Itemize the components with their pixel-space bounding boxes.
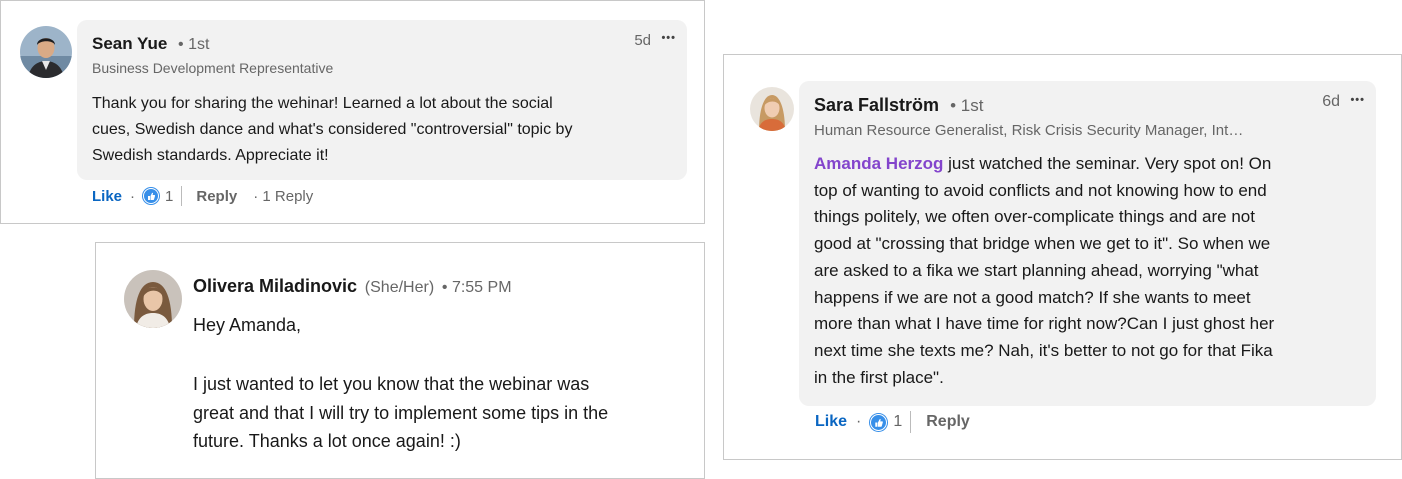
mention-link[interactable]: Amanda Herzog [814, 154, 943, 173]
divider [910, 411, 912, 433]
comment-text-line: Thank you for sharing the wehinar! Learn… [92, 95, 553, 112]
comment-text: Amanda Herzog just watched the seminar. … [814, 151, 1274, 391]
connection-degree: • 1st [178, 36, 210, 53]
comment-card-sara: Sara Fallström • 1st Human Resource Gene… [723, 54, 1402, 460]
like-button[interactable]: Like [92, 188, 122, 205]
reply-button[interactable]: Reply [196, 188, 237, 205]
comment-text-line: cues, Swedish dance and what's considere… [92, 121, 573, 138]
replies-count-link[interactable]: · 1 Reply [253, 188, 313, 205]
comment-text-line: things politely, we often over-complicat… [814, 207, 1255, 227]
avatar[interactable] [20, 26, 72, 78]
comment-text-line: happens if we are not a good match? If s… [814, 287, 1251, 307]
comment-text: Thank you for sharing the wehinar! Learn… [92, 91, 572, 169]
avatar[interactable] [750, 87, 794, 131]
more-options-icon[interactable]: ••• [1350, 94, 1365, 106]
comment-time: 5d [634, 32, 651, 49]
author-headline: Business Development Representative [92, 60, 334, 76]
avatar[interactable] [124, 270, 182, 328]
message-greeting: Hey Amanda, [193, 315, 302, 335]
comment-actions: Like · 1 Reply [815, 411, 970, 433]
message-body: I just wanted to let you know that the w… [193, 370, 608, 456]
comment-bubble: Sean Yue • 1st Business Development Repr… [77, 20, 687, 180]
message-line: future. Thanks a lot once again! :) [193, 431, 461, 451]
comment-text-line: good at "crossing that bridge when we ge… [814, 234, 1271, 254]
reaction-count[interactable]: 1 [165, 188, 173, 205]
comment-time: 6d [1322, 93, 1340, 110]
author-headline: Human Resource Generalist, Risk Crisis S… [814, 122, 1244, 139]
pronouns: (She/Her) [364, 279, 435, 296]
reaction-count[interactable]: 1 [893, 413, 902, 431]
comment-text-line: just watched the seminar. Very spot on! … [943, 154, 1272, 173]
comment-text-line: next time she texts me? Nah, it's better… [814, 340, 1273, 360]
comment-text-line: top of wanting to avoid conflicts and no… [814, 180, 1267, 200]
comment-actions: Like · 1 Reply · 1 Reply [92, 186, 313, 206]
message-line: I just wanted to let you know that the w… [193, 374, 590, 394]
message-time: • 7:55 PM [441, 279, 512, 296]
separator-dot: · [856, 413, 862, 430]
like-button[interactable]: Like [815, 413, 847, 431]
message-line: great and that I will try to implement s… [193, 402, 609, 423]
more-options-icon[interactable]: ••• [661, 32, 676, 44]
author-name[interactable]: Sara Fallström [814, 95, 939, 115]
author-name[interactable]: Sean Yue [92, 34, 167, 53]
comment-bubble: Sara Fallström • 1st Human Resource Gene… [799, 81, 1376, 406]
separator-dot: · [130, 187, 136, 205]
like-reaction-icon[interactable] [870, 413, 888, 431]
comment-text-line: Swedish standards. Appreciate it! [92, 147, 329, 164]
comment-text-line: more than what I have time for right now… [814, 314, 1275, 334]
connection-degree: • 1st [950, 96, 984, 115]
comment-card-sean: Sean Yue • 1st Business Development Repr… [0, 0, 705, 224]
message-card-olivera: Olivera Miladinovic (She/Her) • 7:55 PM … [95, 242, 705, 479]
divider [181, 186, 183, 206]
reply-button[interactable]: Reply [926, 413, 970, 431]
like-reaction-icon[interactable] [143, 188, 160, 204]
author-name[interactable]: Olivera Miladinovic [193, 276, 357, 296]
comment-text-line: are asked to a fika we start planning ah… [814, 260, 1259, 280]
comment-text-line: in the first place". [814, 367, 944, 387]
